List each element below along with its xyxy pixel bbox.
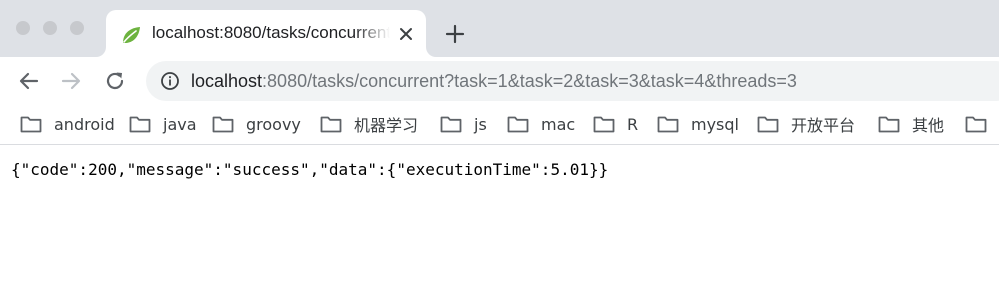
folder-icon xyxy=(593,116,615,133)
page-content: {"code":200,"message":"success","data":{… xyxy=(0,145,999,286)
folder-icon xyxy=(507,116,529,133)
bookmark-label: 开放平台 xyxy=(791,116,856,135)
browser-window: localhost:8080/tasks/concurrent?task=1&t… xyxy=(0,0,999,286)
forward-button[interactable] xyxy=(58,68,84,94)
bookmark-open-platform[interactable]: 开放平台 xyxy=(757,113,855,135)
bookmark-mac[interactable]: mac xyxy=(507,113,575,135)
folder-icon xyxy=(757,116,779,133)
bookmark-machine-learning[interactable]: 机器学习 xyxy=(320,113,418,135)
url-path: :8080/tasks/concurrent?task=1&task=2&tas… xyxy=(262,71,797,91)
json-response: {"code":200,"message":"success","data":{… xyxy=(11,160,609,179)
close-icon[interactable] xyxy=(396,24,416,44)
bookmark-label: 其他 xyxy=(912,116,945,135)
bookmark-overflow[interactable] xyxy=(965,113,987,135)
bookmark-label: mysql xyxy=(691,114,739,134)
toolbar: localhost:8080/tasks/concurrent?task=1&t… xyxy=(0,57,999,105)
bookmark-r[interactable]: R xyxy=(593,113,638,135)
address-bar[interactable]: localhost:8080/tasks/concurrent?task=1&t… xyxy=(146,61,999,101)
folder-icon xyxy=(129,116,151,133)
bookmark-label: R xyxy=(627,114,639,134)
folder-icon xyxy=(878,116,900,133)
bookmark-java[interactable]: java xyxy=(129,113,197,135)
window-minimize-button[interactable] xyxy=(43,21,57,35)
folder-icon xyxy=(657,116,679,133)
bookmark-label: 机器学习 xyxy=(354,116,419,135)
folder-icon xyxy=(20,116,42,133)
bookmark-android[interactable]: android xyxy=(20,113,115,135)
new-tab-button[interactable] xyxy=(442,21,468,47)
bookmark-label: js xyxy=(474,114,487,134)
window-close-button[interactable] xyxy=(16,21,30,35)
tab-strip: localhost:8080/tasks/concurrent?task=1&t… xyxy=(0,0,999,57)
reload-icon xyxy=(106,72,124,90)
arrow-left-icon xyxy=(19,72,39,90)
tab-title: localhost:8080/tasks/concurrent?task=1&t… xyxy=(152,23,390,42)
bookmark-mysql[interactable]: mysql xyxy=(657,113,739,135)
window-zoom-button[interactable] xyxy=(70,21,84,35)
spring-leaf-icon xyxy=(120,24,142,46)
folder-icon xyxy=(965,116,987,133)
tab-active[interactable]: localhost:8080/tasks/concurrent?task=1&t… xyxy=(106,10,426,57)
reload-button[interactable] xyxy=(102,68,128,94)
back-button[interactable] xyxy=(16,68,42,94)
info-icon[interactable] xyxy=(160,71,180,91)
folder-icon xyxy=(440,116,462,133)
bookmark-label: groovy xyxy=(246,114,301,134)
folder-icon xyxy=(320,116,342,133)
bookmark-groovy[interactable]: groovy xyxy=(212,113,301,135)
url-host: localhost xyxy=(191,71,263,91)
bookmark-js[interactable]: js xyxy=(440,113,487,135)
arrow-right-icon xyxy=(61,72,81,90)
bookmark-label: java xyxy=(163,114,197,134)
plus-icon xyxy=(445,24,465,44)
bookmark-label: android xyxy=(54,114,115,134)
bookmark-other[interactable]: 其他 xyxy=(878,113,944,135)
bookmark-label: mac xyxy=(541,114,576,134)
bookmarks-bar: android java groovy 机器学习 js mac R mysql xyxy=(0,105,999,145)
url-text[interactable]: localhost:8080/tasks/concurrent?task=1&t… xyxy=(191,70,797,92)
folder-icon xyxy=(212,116,234,133)
